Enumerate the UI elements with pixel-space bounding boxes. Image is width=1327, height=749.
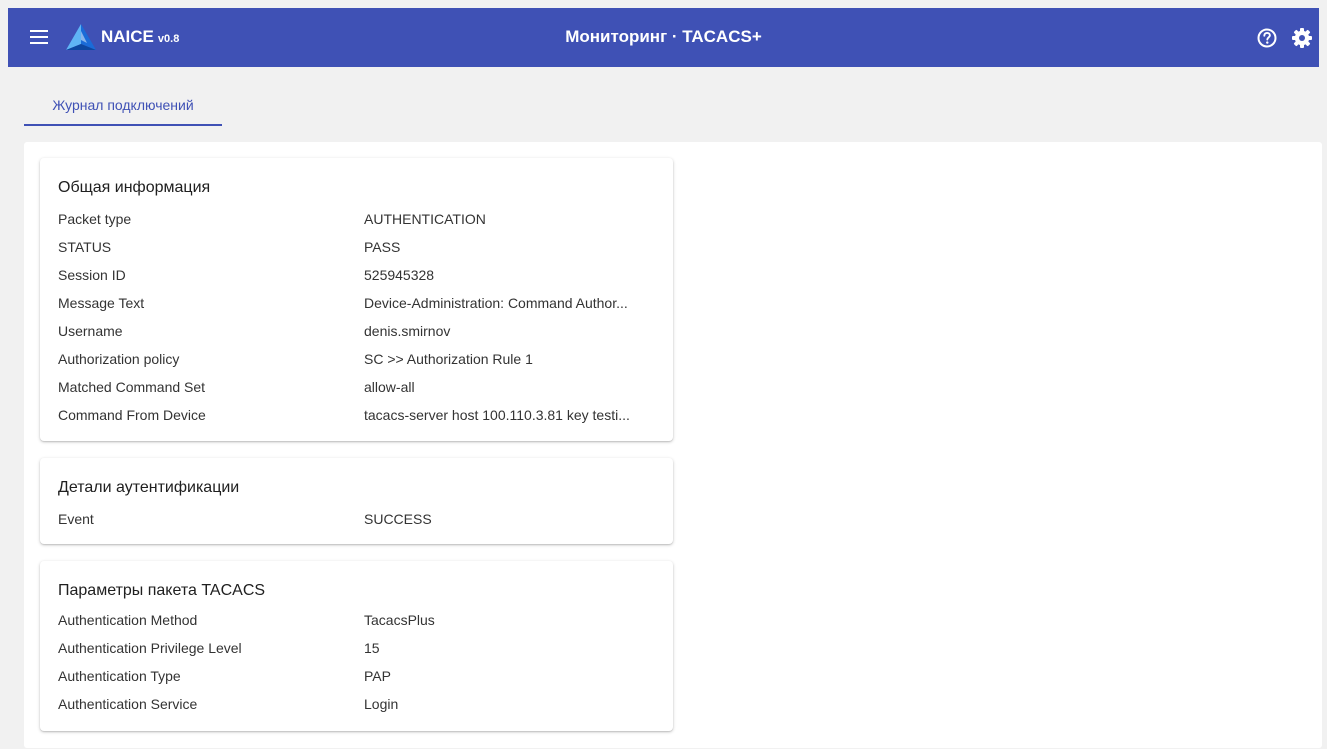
general-info-card: Общая информация Packet type AUTHENTICAT… xyxy=(40,158,673,441)
info-row: Event SUCCESS xyxy=(58,511,658,531)
field-value: Login xyxy=(364,696,399,712)
info-row: Authorization policy SC >> Authorization… xyxy=(58,351,658,371)
field-label: Message Text xyxy=(58,295,145,311)
info-row: Session ID 525945328 xyxy=(58,267,658,287)
field-value: denis.smirnov xyxy=(364,323,451,339)
field-label: Packet type xyxy=(58,211,132,227)
field-label: Matched Command Set xyxy=(58,379,206,395)
field-value: SUCCESS xyxy=(364,511,432,527)
field-label: Authentication Method xyxy=(58,612,198,628)
info-row: Authentication Privilege Level 15 xyxy=(58,640,658,660)
field-value: PAP xyxy=(364,668,391,684)
field-value: TacacsPlus xyxy=(364,612,435,628)
field-label: Username xyxy=(58,323,123,339)
field-label: Authentication Type xyxy=(58,668,181,684)
auth-details-card: Детали аутентификации Event SUCCESS xyxy=(40,458,673,544)
top-app-bar: NAICE v0.8 Мониторинг · TACACS+ xyxy=(8,8,1319,67)
info-row: Authentication Type PAP xyxy=(58,668,658,688)
field-value: tacacs-server host 100.110.3.81 key test… xyxy=(364,407,630,423)
info-row: Username denis.smirnov xyxy=(58,323,658,343)
field-value: AUTHENTICATION xyxy=(364,211,486,227)
help-circle-icon[interactable] xyxy=(1256,27,1278,49)
card-title-tacacs-params: Параметры пакета TACACS xyxy=(58,582,266,599)
gear-icon[interactable] xyxy=(1291,27,1313,49)
page-title: Мониторинг · TACACS+ xyxy=(565,27,762,46)
info-row: Authentication Method TacacsPlus xyxy=(58,612,658,632)
field-label: Command From Device xyxy=(58,407,206,423)
card-title-auth-details: Детали аутентификации xyxy=(58,479,240,496)
field-value: Device-Administration: Command Author... xyxy=(364,295,628,311)
field-label: Authentication Privilege Level xyxy=(58,640,242,656)
field-label: Authentication Service xyxy=(58,696,198,712)
info-row: Authentication Service Login xyxy=(58,696,658,716)
field-value: allow-all xyxy=(364,379,415,395)
main-content: Общая информация Packet type AUTHENTICAT… xyxy=(24,142,1322,748)
field-label: Event xyxy=(58,511,94,527)
field-label: STATUS xyxy=(58,239,112,255)
field-label: Authorization policy xyxy=(58,351,180,367)
info-row: STATUS PASS xyxy=(58,239,658,259)
field-value: PASS xyxy=(364,239,401,255)
card-title-general-info: Общая информация xyxy=(58,179,211,196)
field-label: Session ID xyxy=(58,267,126,283)
tacacs-params-card: Параметры пакета TACACS Authentication M… xyxy=(40,561,673,731)
info-row: Packet type AUTHENTICATION xyxy=(58,211,658,231)
field-value: 15 xyxy=(364,640,380,656)
info-row: Command From Device tacacs-server host 1… xyxy=(58,407,658,427)
tab-connection-log[interactable]: Журнал подключений xyxy=(24,86,222,126)
field-value: SC >> Authorization Rule 1 xyxy=(364,351,533,367)
info-row: Message Text Device-Administration: Comm… xyxy=(58,295,658,315)
info-row: Matched Command Set allow-all xyxy=(58,379,658,399)
field-value: 525945328 xyxy=(364,267,435,283)
